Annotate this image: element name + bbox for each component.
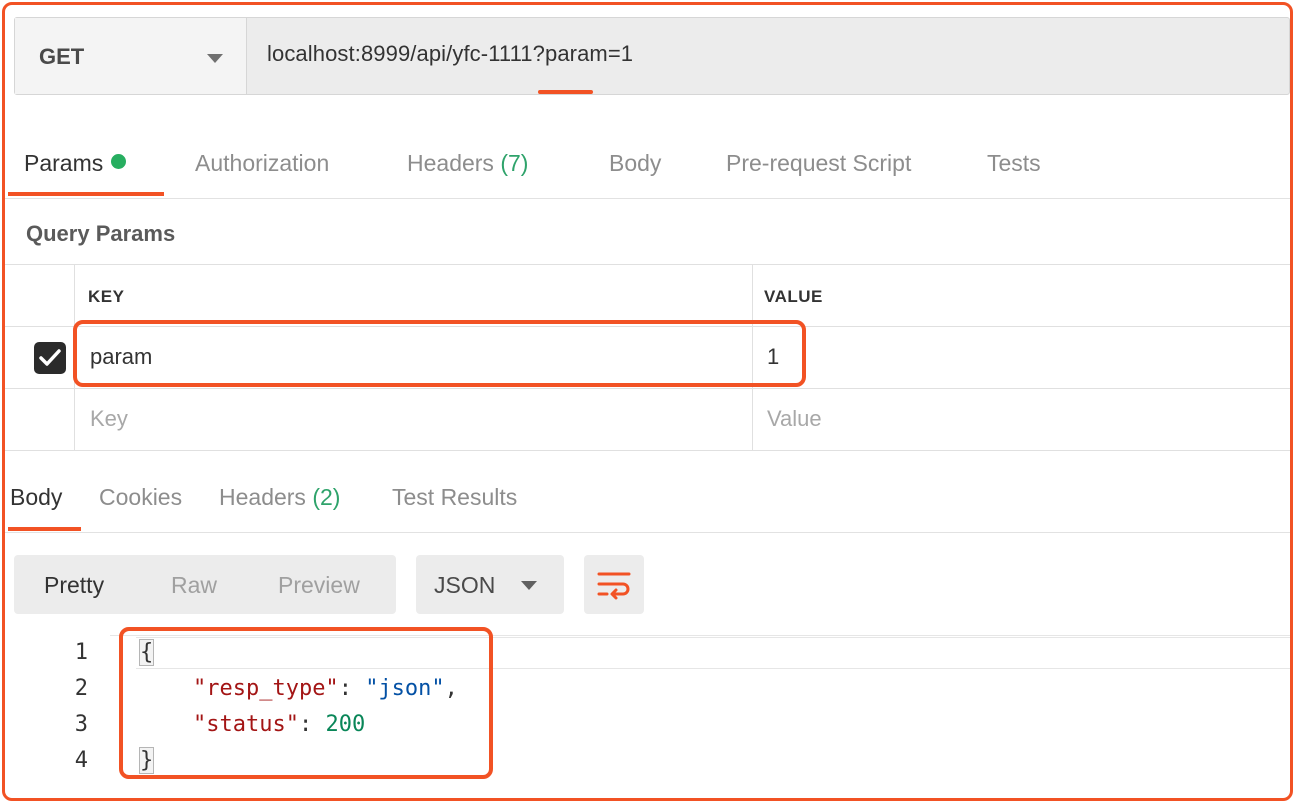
tab-headers[interactable]: Headers (7)	[407, 150, 528, 177]
table-border	[74, 264, 75, 450]
param-enabled-checkbox[interactable]	[34, 342, 66, 374]
json-close-brace: }	[138, 747, 155, 774]
response-tab-headers-count: (2)	[312, 484, 341, 510]
tab-pre-request-script-label: Pre-request Script	[726, 150, 912, 176]
response-tab-test-results[interactable]: Test Results	[392, 484, 517, 511]
view-mode-pretty[interactable]: Pretty	[44, 572, 104, 599]
response-tab-test-results-label: Test Results	[392, 484, 518, 510]
tab-authorization-label: Authorization	[195, 150, 330, 176]
response-tab-cookies[interactable]: Cookies	[99, 484, 182, 511]
tab-tests-label: Tests	[987, 150, 1041, 176]
response-tab-headers[interactable]: Headers (2)	[219, 484, 340, 511]
tab-authorization[interactable]: Authorization	[195, 150, 329, 177]
new-key-input[interactable]: Key	[90, 406, 128, 432]
method-select[interactable]: GET	[15, 18, 247, 94]
column-header-key: KEY	[88, 287, 125, 306]
response-tab-headers-label: Headers	[219, 484, 306, 510]
params-active-dot	[111, 154, 127, 169]
annotation-param-highlight	[73, 320, 806, 387]
response-tab-cookies-label: Cookies	[99, 484, 183, 510]
table-border	[5, 326, 1290, 327]
url-input[interactable]: localhost:8999/api/yfc-1111?param=1	[267, 41, 633, 67]
view-mode-preview[interactable]: Preview	[278, 572, 360, 599]
tab-body-label: Body	[609, 150, 662, 176]
tab-pre-request-script[interactable]: Pre-request Script	[726, 150, 911, 177]
code-viewer-border	[110, 635, 1290, 636]
json-key: "resp_type"	[192, 676, 339, 701]
code-line: }	[138, 747, 155, 774]
tab-tests[interactable]: Tests	[987, 150, 1041, 177]
query-params-title: Query Params	[26, 221, 176, 246]
code-line: "status": 200	[140, 712, 365, 737]
json-comma: ,	[444, 676, 458, 701]
tab-params[interactable]: Params	[24, 150, 127, 177]
json-open-brace: {	[138, 639, 155, 666]
tab-params-label: Params	[24, 150, 104, 176]
chevron-down-icon	[207, 54, 223, 63]
divider	[5, 532, 1290, 533]
line-number: 1	[74, 640, 88, 665]
json-number-value: 200	[325, 712, 366, 737]
tab-body[interactable]: Body	[609, 150, 661, 177]
table-border	[752, 264, 753, 450]
method-label: GET	[39, 44, 85, 69]
code-line: "resp_type": "json",	[140, 676, 458, 701]
param-key-cell[interactable]: param	[90, 344, 152, 370]
json-key: "status"	[192, 712, 299, 737]
url-annotation-underline	[538, 90, 593, 94]
column-header-value: VALUE	[764, 287, 823, 306]
line-number: 4	[74, 748, 88, 773]
chevron-down-icon	[521, 581, 537, 590]
response-tab-body[interactable]: Body	[10, 484, 62, 511]
checkmark-icon	[39, 349, 61, 366]
active-line-highlight	[136, 637, 1290, 669]
request-url-bar: GET localhost:8999/api/yfc-1111?param=1	[14, 17, 1290, 95]
view-mode-group: Pretty Raw Preview	[14, 555, 396, 614]
divider	[5, 198, 1290, 199]
wrap-lines-button[interactable]	[584, 555, 644, 614]
new-value-input[interactable]: Value	[767, 406, 822, 432]
table-border	[5, 264, 1290, 265]
tab-headers-label: Headers	[407, 150, 494, 176]
response-tab-body-label: Body	[10, 484, 63, 510]
active-response-tab-indicator	[8, 527, 81, 531]
format-label: JSON	[434, 572, 496, 598]
param-value-cell[interactable]: 1	[767, 344, 779, 370]
json-colon: :	[298, 712, 326, 737]
line-number: 2	[74, 676, 88, 701]
json-string-value: "json"	[365, 676, 445, 701]
line-number: 3	[74, 712, 88, 737]
wrap-lines-icon	[597, 572, 631, 600]
view-mode-raw[interactable]: Raw	[171, 572, 217, 599]
format-select[interactable]: JSON	[416, 555, 564, 614]
code-line: {	[138, 639, 155, 666]
tab-headers-count: (7)	[500, 150, 529, 176]
table-border	[5, 450, 1290, 451]
json-colon: :	[338, 676, 366, 701]
active-tab-indicator	[8, 192, 164, 196]
table-border	[5, 388, 1290, 389]
